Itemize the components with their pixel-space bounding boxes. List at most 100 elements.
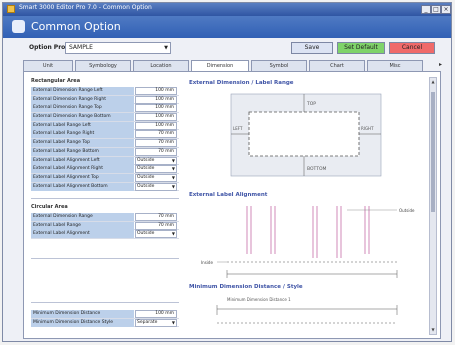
setting-input[interactable]: 100 mm <box>135 121 177 130</box>
chevron-down-icon: ▼ <box>164 45 168 51</box>
preview-pane: External Dimension / Label Range TOP BOT… <box>187 78 427 335</box>
scroll-up-icon[interactable]: ▲ <box>430 78 436 86</box>
setting-select[interactable]: Outside ▼ <box>135 182 177 191</box>
setting-row: External Label Range Right 70 mm <box>31 130 179 140</box>
setting-value: 100 mm <box>155 114 174 120</box>
setting-label: External Label Alignment Right <box>31 165 134 174</box>
setting-label: External Label Range Right <box>31 130 134 139</box>
setting-value: Outside <box>137 157 155 163</box>
setting-label: External Label Range Top <box>31 139 134 148</box>
divider <box>31 258 179 259</box>
circular-area-rows: External Dimension Range 70 mm External La… <box>31 213 179 240</box>
setting-select[interactable]: Outside ▼ <box>135 156 177 165</box>
top-label: TOP <box>306 101 316 107</box>
tab-misc[interactable]: Misc <box>367 60 423 71</box>
setting-select[interactable]: Outside ▼ <box>135 165 177 174</box>
setting-row: External Label Alignment Outside ▼ <box>31 230 179 240</box>
setting-input[interactable]: 70 mm <box>135 130 177 139</box>
minimum-distance-diagram: Minimum Dimension Distance 1 <box>216 297 398 324</box>
setting-value: Outside <box>137 231 155 237</box>
page-title: Common Option <box>31 20 121 33</box>
setting-label: External Dimension Range Bottom <box>31 113 134 122</box>
cancel-button[interactable]: Cancel <box>389 42 435 54</box>
setting-value: 100 mm <box>155 96 174 102</box>
vertical-scrollbar[interactable]: ▲ ▼ <box>429 77 437 335</box>
tab-chart[interactable]: Chart <box>309 60 365 71</box>
tab-location[interactable]: Location <box>133 60 189 71</box>
setting-input[interactable]: 70 mm <box>135 213 177 221</box>
tab-symbol[interactable]: Symbol <box>251 60 307 71</box>
chevron-down-icon: ▼ <box>171 174 175 180</box>
setting-input[interactable]: 100 mm <box>135 87 177 95</box>
setting-label: External Dimension Range Right <box>31 95 134 104</box>
app-icon <box>7 5 15 13</box>
setting-value: 100 mm <box>155 88 174 93</box>
setting-input[interactable]: 100 mm <box>135 95 177 104</box>
setting-label: External Dimension Range <box>31 213 134 221</box>
setting-select[interactable]: Outside ▼ <box>135 230 177 239</box>
setting-label: External Dimension Range Left <box>31 87 134 95</box>
setting-input[interactable]: 70 mm <box>135 139 177 148</box>
setting-value: 70 mm <box>158 148 174 154</box>
divider <box>31 302 179 303</box>
setting-label: Minimum Dimension Distance <box>31 310 134 318</box>
setting-label: External Dimension Range Top <box>31 104 134 113</box>
setting-input[interactable]: 100 mm <box>135 104 177 113</box>
setting-row: External Dimension Range 70 mm <box>31 213 179 222</box>
minimize-button[interactable]: _ <box>421 5 431 14</box>
setting-input[interactable]: 100 mm <box>135 310 177 318</box>
setting-row: External Label Alignment Bottom Outside ▼ <box>31 182 179 192</box>
setting-value: Outside <box>137 166 155 172</box>
profile-bar: Option Profile SAMPLE ▼ Save Set Default… <box>3 38 451 58</box>
setting-label: External Label Alignment Bottom <box>31 182 134 191</box>
setting-value: 70 mm <box>158 222 174 228</box>
setting-label: External Label Range Bottom <box>31 147 134 156</box>
bottom-label: BOTTOM <box>307 166 327 172</box>
setting-row: External Label Alignment Top Outside ▼ <box>31 173 179 183</box>
setting-label: Minimum Dimension Distance Style <box>31 318 134 327</box>
setting-row: External Dimension Range Bottom 100 mm <box>31 113 179 122</box>
setting-value: 70 mm <box>158 140 174 146</box>
chevron-down-icon: ▼ <box>171 157 175 163</box>
setting-input[interactable]: 70 mm <box>135 221 177 230</box>
setting-value: Outside <box>137 174 155 180</box>
tab-scroll-right-icon[interactable]: ▸ <box>439 61 442 68</box>
setting-select[interactable]: Separate ▼ <box>135 318 177 327</box>
alignment-diagram: Outside Inside <box>201 206 415 278</box>
save-button[interactable]: Save <box>291 42 333 54</box>
setting-row: External Label Range Left 100 mm <box>31 121 179 131</box>
profile-value: SAMPLE <box>69 44 93 51</box>
scrollbar-thumb[interactable] <box>431 92 435 212</box>
tab-symbology[interactable]: Symbology <box>75 60 131 71</box>
setting-label: External Label Alignment Left <box>31 156 134 165</box>
setting-input[interactable]: 100 mm <box>135 113 177 122</box>
setting-select[interactable]: Outside ▼ <box>135 173 177 182</box>
setting-row: Minimum Dimension Distance 100 mm <box>31 310 179 319</box>
setting-value: Separate <box>137 319 158 325</box>
close-button[interactable]: × <box>441 5 451 14</box>
right-label: RIGHT <box>361 126 374 131</box>
tab-unit[interactable]: Unit <box>23 60 73 71</box>
setting-row: External Dimension Range Top 100 mm <box>31 104 179 114</box>
maximize-button[interactable]: □ <box>431 5 441 14</box>
scroll-down-icon[interactable]: ▼ <box>430 326 436 334</box>
chevron-down-icon: ▼ <box>171 231 175 237</box>
preview-heading-minimum: Minimum Dimension Distance / Style <box>189 284 303 290</box>
setting-input[interactable]: 70 mm <box>135 147 177 156</box>
minimum-distance-rows: Minimum Dimension Distance 100 mm Minimum … <box>31 310 179 328</box>
title-bar: Smart 3000 Editor Pro 7.0 - Common Optio… <box>3 3 451 16</box>
window-title: Smart 3000 Editor Pro 7.0 - Common Optio… <box>19 4 152 11</box>
preview-heading-alignment: External Label Alignment <box>189 192 268 198</box>
setting-row: External Label Alignment Right Outside ▼ <box>31 165 179 174</box>
dimension-panel: Rectangular Area External Dimension Rang… <box>23 71 441 339</box>
preview-heading-range: External Dimension / Label Range <box>189 80 294 86</box>
circular-area-title: Circular Area <box>31 204 68 210</box>
range-diagram: TOP BOTTOM LEFT RIGHT <box>230 93 382 177</box>
header-banner: Common Option <box>3 16 451 38</box>
app-window: Smart 3000 Editor Pro 7.0 - Common Optio… <box>2 2 452 342</box>
setting-row: External Label Range Top 70 mm <box>31 139 179 148</box>
setting-row: Minimum Dimension Distance Style Separate… <box>31 318 179 328</box>
profile-select[interactable]: SAMPLE ▼ <box>65 42 171 54</box>
setting-value: 100 mm <box>155 311 174 316</box>
set-default-button[interactable]: Set Default <box>337 42 385 54</box>
